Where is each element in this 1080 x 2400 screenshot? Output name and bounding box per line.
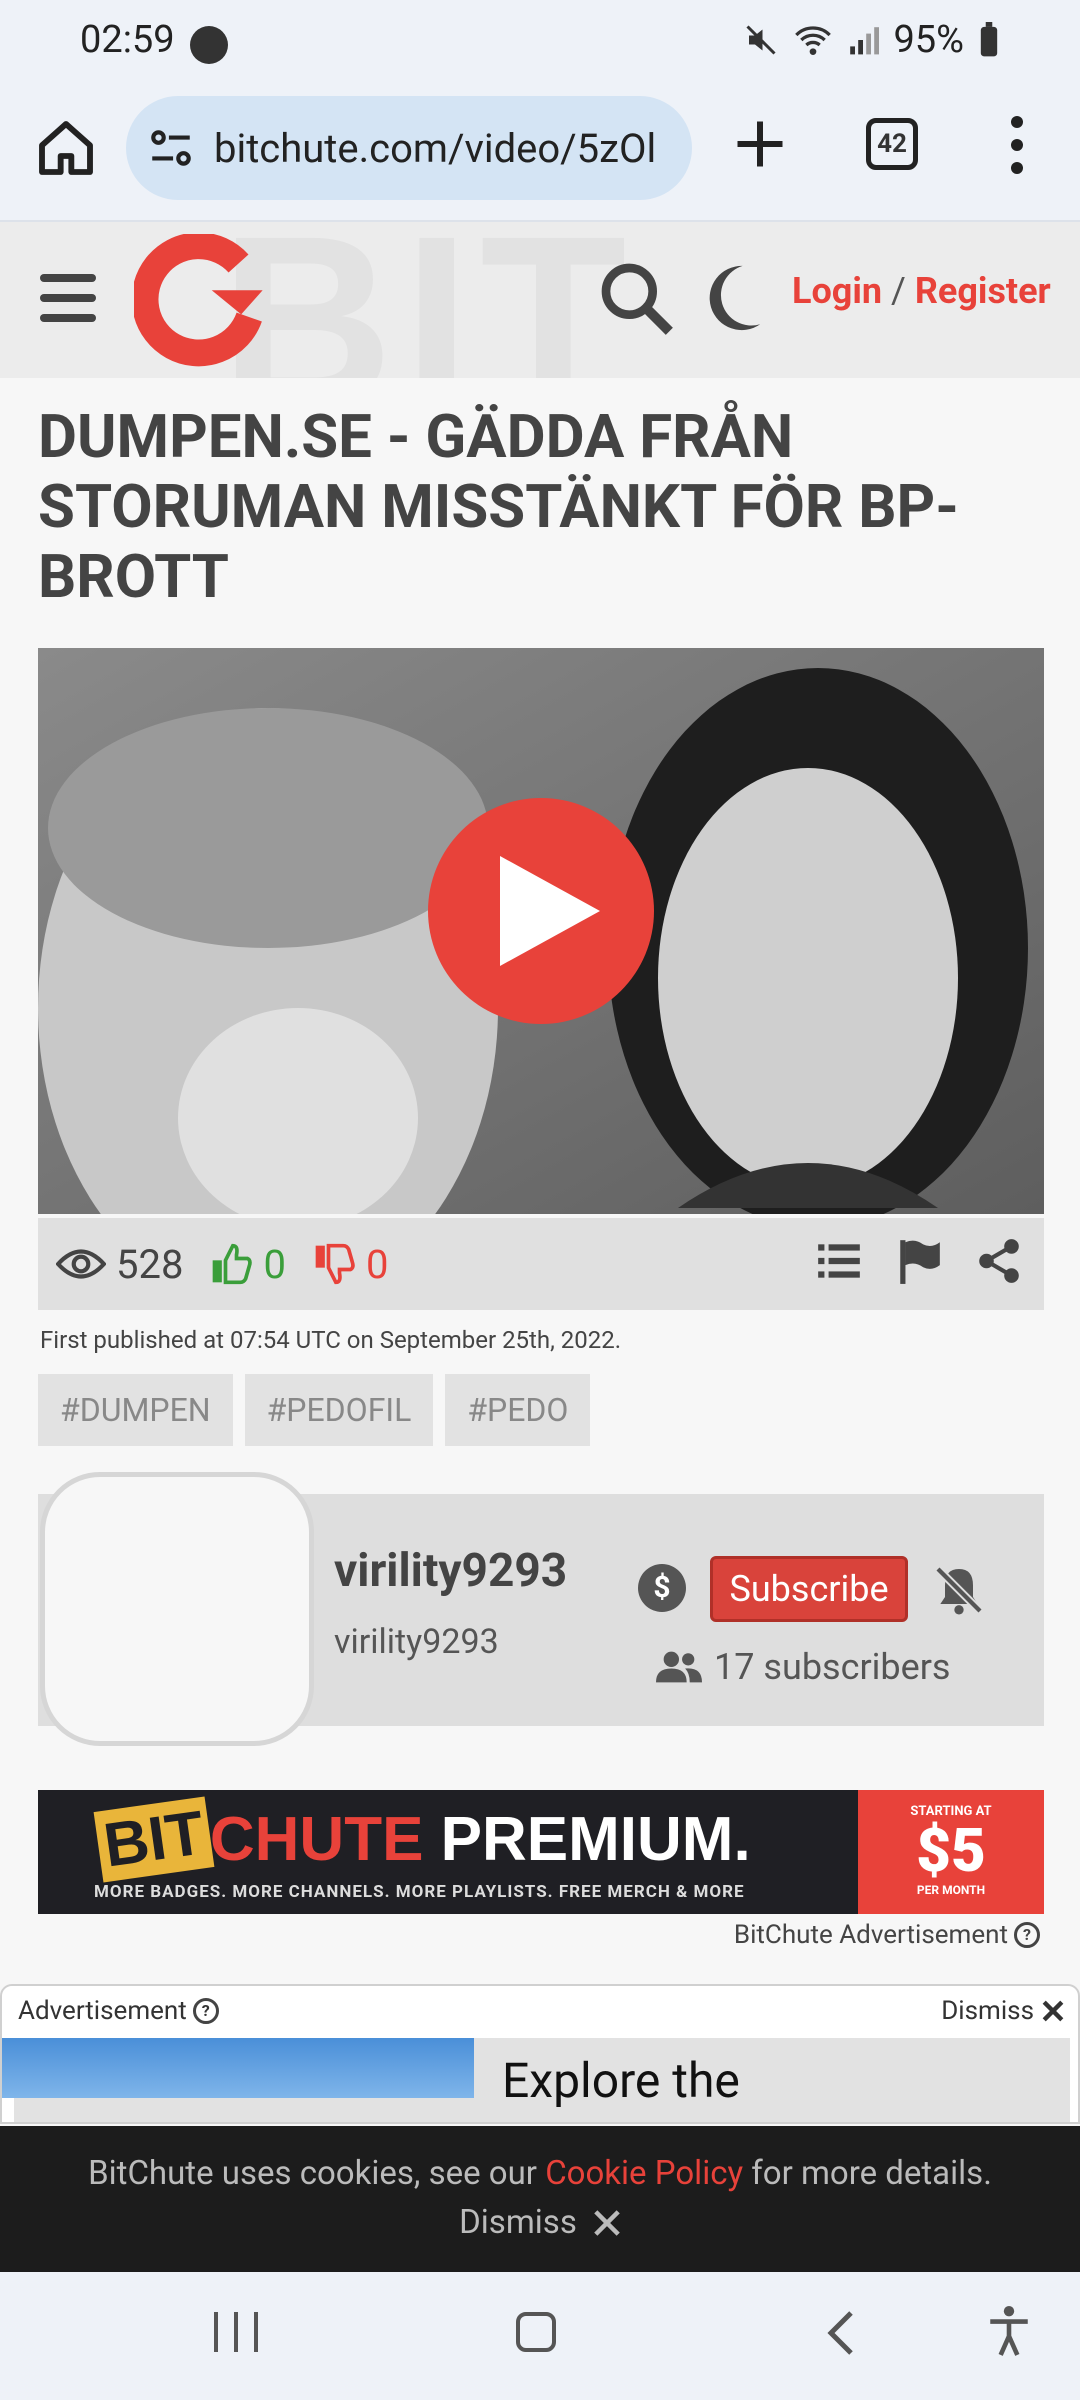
tab-switcher-button[interactable]: 42 bbox=[866, 118, 918, 170]
browser-menu-icon[interactable] bbox=[1000, 110, 1034, 180]
premium-banner[interactable]: BITCHUTE PREMIUM. MORE BADGES. MORE CHAN… bbox=[38, 1790, 1044, 1914]
close-icon bbox=[1042, 2000, 1064, 2022]
status-time: 02:59 bbox=[80, 18, 175, 62]
flag-icon[interactable] bbox=[894, 1236, 944, 1286]
ad-dismiss-button[interactable]: Dismiss bbox=[941, 1996, 1064, 2026]
subscriber-count-text: 17 subscribers bbox=[714, 1646, 951, 1688]
ad-image[interactable] bbox=[2, 2038, 474, 2098]
register-link[interactable]: Register bbox=[915, 270, 1051, 312]
hamburger-menu-icon[interactable] bbox=[40, 274, 96, 322]
bitchute-ad-text: BitChute Advertisement bbox=[733, 1920, 1008, 1950]
notification-bell-off-icon[interactable] bbox=[930, 1562, 988, 1618]
auth-links: Login / Register bbox=[792, 270, 1051, 312]
login-link[interactable]: Login bbox=[792, 270, 882, 312]
battery-icon bbox=[980, 22, 998, 57]
cookie-policy-link[interactable]: Cookie Policy bbox=[545, 2154, 743, 2193]
help-icon[interactable]: ? bbox=[1014, 1922, 1040, 1948]
recent-apps-icon[interactable] bbox=[214, 2312, 258, 2352]
status-icons: 95% bbox=[743, 18, 1000, 62]
premium-price: $5 bbox=[916, 1815, 986, 1886]
ad-help-icon[interactable]: ? bbox=[192, 1998, 219, 2024]
close-icon bbox=[594, 2209, 620, 2236]
video-stats-bar: 528 0 0 bbox=[38, 1218, 1044, 1310]
channel-handle: virility9293 bbox=[334, 1622, 499, 1662]
cookie-text-before: BitChute uses cookies, see our bbox=[88, 2154, 546, 2193]
signal-icon bbox=[850, 27, 880, 55]
url-text: bitchute.com/video/5zOl bbox=[214, 124, 657, 172]
view-count: 528 bbox=[56, 1241, 183, 1288]
site-header: BIT Login / Register bbox=[0, 222, 1080, 378]
browser-toolbar: bitchute.com/video/5zOl 42 bbox=[0, 88, 1080, 222]
play-icon bbox=[500, 856, 600, 966]
site-settings-icon[interactable] bbox=[146, 123, 196, 173]
search-icon[interactable] bbox=[596, 258, 676, 338]
tag-list: #DUMPEN #PEDOFIL #PEDO bbox=[38, 1374, 591, 1446]
ad-label: Advertisement ? bbox=[18, 1996, 219, 2026]
dark-mode-moon-icon[interactable] bbox=[696, 260, 766, 336]
ad-panel: Advertisement ? Dismiss Explore the bbox=[0, 1984, 1080, 2124]
like-button[interactable]: 0 bbox=[209, 1240, 286, 1288]
premium-tagline: MORE BADGES. MORE CHANNELS. MORE PLAYLIS… bbox=[94, 1882, 745, 1902]
address-bar[interactable]: bitchute.com/video/5zOl bbox=[126, 96, 692, 200]
back-icon[interactable] bbox=[826, 2308, 856, 2358]
tag-item[interactable]: #PEDOFIL bbox=[244, 1374, 434, 1446]
share-icon[interactable] bbox=[974, 1236, 1024, 1286]
home-icon[interactable] bbox=[34, 116, 98, 180]
video-title: DUMPEN.SE - GÄDDA FRÅN STORUMAN MISSTÄNK… bbox=[38, 401, 959, 612]
bitchute-logo[interactable] bbox=[134, 234, 268, 368]
wifi-icon bbox=[795, 26, 832, 55]
premium-price-box: STARTING AT $5 PER MONTH bbox=[858, 1790, 1044, 1914]
premium-per-month: PER MONTH bbox=[916, 1883, 986, 1897]
dislike-button[interactable]: 0 bbox=[312, 1241, 388, 1288]
status-bar: 02:59 95% bbox=[0, 0, 1080, 88]
channel-name[interactable]: virility9293 bbox=[334, 1544, 567, 1598]
mute-icon bbox=[746, 25, 777, 55]
cookie-message: BitChute uses cookies, see our Cookie Po… bbox=[0, 2154, 1080, 2193]
ad-headline[interactable]: Explore the bbox=[502, 2052, 740, 2109]
subscriber-count: 17 subscribers bbox=[656, 1646, 951, 1688]
accessibility-icon[interactable] bbox=[984, 2304, 1034, 2360]
play-button[interactable] bbox=[428, 798, 654, 1024]
tip-dollar-icon[interactable]: $ bbox=[638, 1564, 686, 1612]
cookie-banner: BitChute uses cookies, see our Cookie Po… bbox=[0, 2126, 1080, 2272]
cookie-dismiss-text: Dismiss bbox=[459, 2203, 577, 2242]
video-actions bbox=[814, 1236, 1024, 1286]
cookie-text-after: for more details. bbox=[743, 2154, 992, 2193]
video-player[interactable] bbox=[38, 648, 1044, 1214]
channel-avatar[interactable] bbox=[40, 1472, 314, 1746]
call-icon bbox=[190, 26, 228, 64]
eye-icon bbox=[56, 1249, 106, 1279]
system-nav-bar bbox=[0, 2272, 1080, 2400]
premium-text: PREMIUM. bbox=[440, 1805, 751, 1874]
thumbs-down-icon bbox=[315, 1243, 355, 1285]
playlist-icon[interactable] bbox=[814, 1236, 864, 1286]
home-nav-icon[interactable] bbox=[516, 2312, 556, 2352]
dislike-count: 0 bbox=[365, 1240, 389, 1288]
premium-chute-text: CHUTE bbox=[209, 1805, 424, 1874]
published-date: First published at 07:54 UTC on Septembe… bbox=[40, 1326, 622, 1354]
premium-bit-text: BIT bbox=[93, 1796, 215, 1883]
ad-label-text: Advertisement bbox=[18, 1996, 187, 2026]
tag-item[interactable]: #PEDO bbox=[445, 1374, 591, 1446]
ad-dismiss-text: Dismiss bbox=[941, 1996, 1034, 2026]
subscribe-button[interactable]: Subscribe bbox=[710, 1556, 908, 1622]
new-tab-icon[interactable] bbox=[730, 114, 790, 174]
tag-item[interactable]: #DUMPEN bbox=[38, 1374, 233, 1446]
auth-separator: / bbox=[891, 270, 906, 312]
cookie-dismiss-button[interactable]: Dismiss bbox=[0, 2203, 1080, 2242]
bitchute-ad-label: BitChute Advertisement ? bbox=[734, 1920, 1040, 1950]
users-icon bbox=[656, 1651, 702, 1683]
view-count-value: 528 bbox=[116, 1240, 184, 1288]
like-count: 0 bbox=[263, 1240, 286, 1288]
battery-percent: 95% bbox=[893, 18, 964, 62]
premium-banner-title: BITCHUTE PREMIUM. bbox=[93, 1796, 751, 1883]
thumbs-up-icon bbox=[213, 1243, 253, 1285]
header-background-text: BIT bbox=[220, 222, 637, 378]
